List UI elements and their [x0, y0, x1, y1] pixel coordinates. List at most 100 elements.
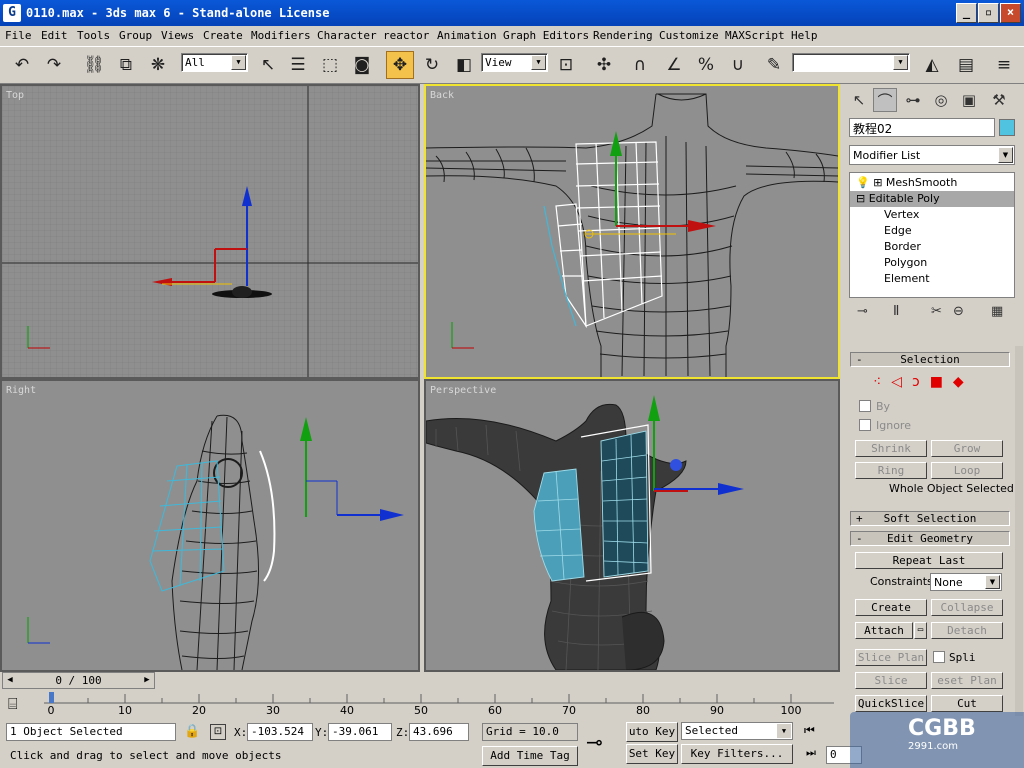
time-slider[interactable]: ◀ 0 / 100 ▶ [2, 672, 155, 689]
go-to-start-icon[interactable]: ⏮ [804, 723, 815, 738]
menu-group[interactable]: Group [119, 29, 152, 42]
object-color-swatch[interactable] [999, 119, 1015, 136]
viewport-label-perspective[interactable]: Perspective [430, 385, 496, 396]
viewport-top[interactable]: Top [0, 84, 420, 379]
collapse-icon[interactable]: ⊟ [856, 192, 865, 205]
select-object-icon[interactable]: ↖ [254, 51, 282, 79]
loop-button[interactable]: Loop [931, 462, 1003, 479]
repeat-last-button[interactable]: Repeat Last [855, 552, 1003, 569]
edit-named-selection-icon[interactable]: ✎ [760, 51, 788, 79]
viewport-label-top[interactable]: Top [6, 90, 24, 101]
menu-maxscript[interactable]: MAXScript [725, 29, 785, 42]
selection-filter-dropdown[interactable]: All ▼ [181, 53, 248, 72]
align-icon[interactable]: ▤ [952, 51, 980, 79]
snap-toggle-icon[interactable]: ∩ [626, 51, 654, 79]
detach-button[interactable]: Detach [931, 622, 1003, 639]
remove-modifier-icon[interactable]: ⊖ [953, 304, 964, 319]
selection-rollout-header[interactable]: - Selection [850, 352, 1010, 367]
set-key-button[interactable]: Set Key [626, 744, 678, 764]
reference-coord-dropdown[interactable]: View ▼ [481, 53, 548, 72]
unlink-icon[interactable]: ⧉ [112, 51, 140, 79]
command-panel-scrollbar[interactable] [1015, 346, 1023, 716]
key-icon[interactable]: ⊸ [586, 730, 603, 754]
time-ruler[interactable]: 0 10 20 30 40 50 60 70 80 90 100 [44, 692, 834, 717]
slice-button[interactable]: Slice [855, 672, 927, 689]
reset-plane-button[interactable]: eset Plan [931, 672, 1003, 689]
select-link-icon[interactable]: ⛓ [80, 51, 108, 79]
split-checkbox[interactable] [933, 651, 945, 663]
menu-help[interactable]: Help [791, 29, 818, 42]
x-coordinate-field[interactable]: -103.524 [247, 723, 313, 741]
select-manipulate-icon[interactable]: ✣ [590, 51, 618, 79]
edge-mode-icon[interactable]: ◁ [891, 374, 912, 390]
y-coordinate-field[interactable]: -39.061 [328, 723, 392, 741]
attach-button[interactable]: Attach [855, 622, 913, 639]
configure-modifier-sets-icon[interactable]: ▦ [991, 304, 1003, 319]
motion-tab-icon[interactable]: ◎ [929, 88, 953, 112]
create-tab-icon[interactable]: ↖ [847, 88, 871, 112]
rectangular-selection-icon[interactable]: ⬚ [316, 51, 344, 79]
menu-views[interactable]: Views [161, 29, 194, 42]
key-mode-icon[interactable]: ⏭ [806, 746, 816, 760]
menu-graph-editors[interactable]: Graph Editors [503, 29, 589, 42]
undo-icon[interactable]: ↶ [8, 51, 36, 79]
stack-item-polygon[interactable]: Polygon [850, 255, 1014, 271]
attach-list-icon[interactable]: ▭ [914, 622, 927, 639]
soft-selection-rollout-header[interactable]: + Soft Selection [850, 511, 1010, 526]
select-by-name-icon[interactable]: ☰ [284, 51, 312, 79]
modify-tab-icon[interactable]: ⌒ [873, 88, 897, 112]
stack-item-border[interactable]: Border [850, 239, 1014, 255]
menu-create[interactable]: Create [203, 29, 243, 42]
make-unique-icon[interactable]: ✂ [931, 304, 942, 319]
viewport-perspective[interactable]: Perspective [424, 379, 840, 672]
select-and-scale-icon[interactable]: ◧ [450, 51, 478, 79]
z-coordinate-field[interactable]: 43.696 [409, 723, 469, 741]
cut-button[interactable]: Cut [931, 695, 1003, 712]
minimize-button[interactable]: _ [956, 3, 977, 23]
collapse-button[interactable]: Collapse [931, 599, 1003, 616]
viewport-label-right[interactable]: Right [6, 385, 36, 396]
bind-space-warp-icon[interactable]: ❋ [144, 51, 172, 79]
select-and-move-icon[interactable]: ✥ [386, 51, 414, 79]
vertex-mode-icon[interactable]: ⁖ [873, 374, 891, 390]
layer-manager-icon[interactable]: ≡ [990, 51, 1018, 79]
angle-snap-icon[interactable]: ∠ [660, 51, 688, 79]
grow-button[interactable]: Grow [931, 440, 1003, 457]
menu-modifiers[interactable]: Modifiers [251, 29, 311, 42]
border-mode-icon[interactable]: ↄ [912, 374, 930, 390]
show-end-result-icon[interactable]: Ⅱ [893, 304, 899, 319]
window-crossing-icon[interactable]: ◙ [348, 51, 376, 79]
display-tab-icon[interactable]: ▣ [957, 88, 981, 112]
lightbulb-icon[interactable]: 💡 [856, 176, 870, 189]
expand-icon[interactable]: ⊞ [873, 176, 882, 189]
stack-item-vertex[interactable]: Vertex [850, 207, 1014, 223]
polygon-mode-icon[interactable]: ■ [930, 374, 953, 390]
menu-customize[interactable]: Customize [659, 29, 719, 42]
redo-icon[interactable]: ↷ [40, 51, 68, 79]
auto-key-button[interactable]: uto Key [626, 722, 678, 742]
selection-set-dropdown[interactable]: Selected ▼ [681, 722, 793, 740]
stack-item-edge[interactable]: Edge [850, 223, 1014, 239]
constraints-dropdown[interactable]: None ▼ [930, 573, 1002, 591]
menu-tools[interactable]: Tools [77, 29, 110, 42]
spinner-snap-icon[interactable]: ∪ [724, 51, 752, 79]
ignore-backfacing-checkbox[interactable] [859, 419, 871, 431]
lock-selection-icon[interactable]: 🔒 [184, 724, 200, 739]
object-name-field[interactable]: 教程02 [849, 118, 995, 137]
close-button[interactable]: × [1000, 3, 1021, 23]
quickslice-button[interactable]: QuickSlice [855, 695, 927, 712]
ring-button[interactable]: Ring [855, 462, 927, 479]
menu-reactor[interactable]: reactor [383, 29, 429, 42]
slice-plane-button[interactable]: Slice Plan [855, 649, 927, 666]
edit-geometry-rollout-header[interactable]: - Edit Geometry [850, 531, 1010, 546]
viewport-back[interactable]: Back [424, 84, 840, 379]
stack-item-element[interactable]: Element [850, 271, 1014, 287]
named-selection-dropdown[interactable]: ▼ [792, 53, 910, 72]
add-time-tag-button[interactable]: Add Time Tag [482, 746, 578, 766]
menu-animation[interactable]: Animation [437, 29, 497, 42]
stack-item-meshsmooth[interactable]: 💡 ⊞ MeshSmooth [850, 175, 1014, 191]
mini-curve-editor-icon[interactable]: ⌸ [8, 694, 18, 714]
menu-character[interactable]: Character [317, 29, 377, 42]
element-mode-icon[interactable]: ◆ [953, 374, 974, 390]
percent-snap-icon[interactable]: % [692, 51, 720, 79]
